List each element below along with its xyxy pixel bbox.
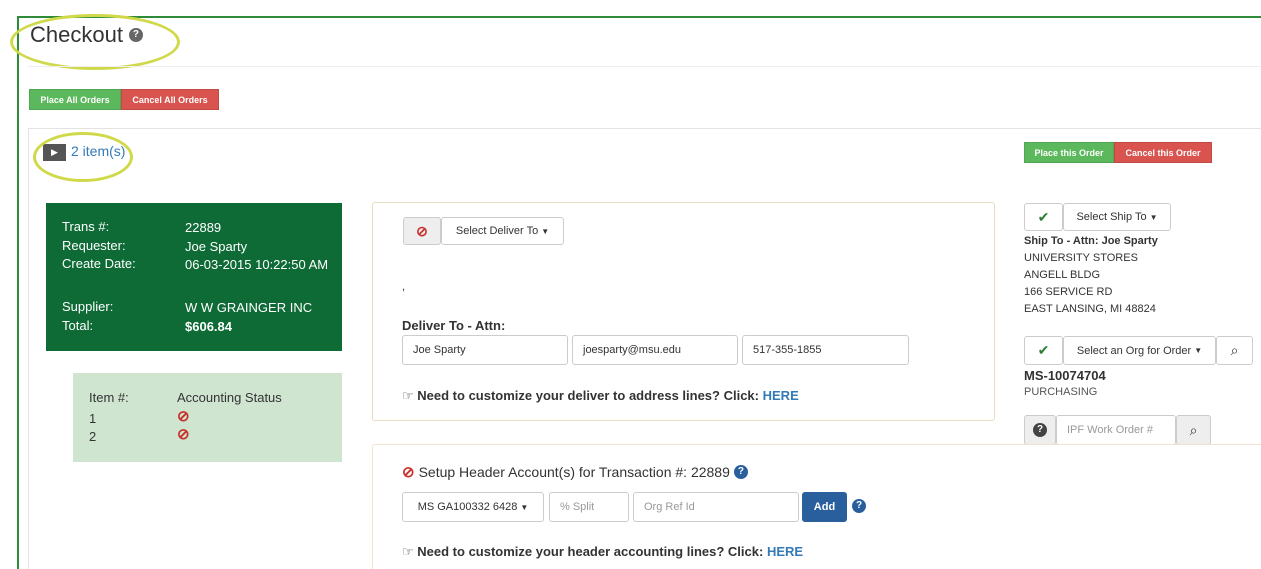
prohibit-icon: ⊘ [177, 408, 190, 425]
check-icon[interactable]: ✔ [1024, 336, 1063, 365]
title-divider [28, 66, 1261, 67]
item-number-header: Item #: [89, 390, 129, 405]
hand-point-icon: ☞ [402, 388, 414, 403]
deliver-phone-input[interactable]: 517-355-1855 [742, 335, 909, 365]
select-deliver-to-dropdown[interactable]: Select Deliver To ▼ [441, 217, 564, 245]
header-hint-text: Need to customize your header accounting… [417, 544, 764, 559]
place-this-order-button[interactable]: Place this Order [1024, 142, 1114, 163]
requester-label: Requester: [62, 238, 126, 253]
total-label: Total: [62, 318, 94, 333]
supplier-value: W W GRAINGER INC [185, 300, 313, 315]
question-circle-icon: ? [1033, 423, 1047, 437]
check-icon[interactable]: ✔ [1024, 203, 1063, 231]
frame-top-border [17, 16, 1261, 18]
cancel-all-orders-button[interactable]: Cancel All Orders [121, 89, 219, 110]
org-name: PURCHASING [1024, 386, 1098, 398]
highlight-ellipse-items [33, 132, 133, 182]
item-row-number: 1 [89, 411, 97, 426]
question-circle-icon[interactable]: ? [733, 465, 748, 479]
prohibit-icon: ⊘ [402, 464, 415, 481]
ship-to-line: 166 SERVICE RD [1024, 286, 1113, 298]
caret-down-icon: ▼ [1149, 212, 1158, 222]
org-code: MS-10074704 [1024, 368, 1106, 383]
ship-to-line: ANGELL BLDG [1024, 269, 1101, 281]
account-select-label: MS GA100332 6428 [417, 501, 518, 513]
deliver-email-input[interactable]: joesparty@msu.edu [572, 335, 738, 365]
question-circle-icon[interactable]: ? [852, 499, 866, 513]
prohibit-icon: ⊘ [177, 426, 190, 443]
ipf-work-order-input[interactable]: IPF Work Order # [1056, 415, 1176, 445]
org-search-button[interactable]: ⌕ [1216, 336, 1253, 365]
cancel-this-order-button[interactable]: Cancel this Order [1114, 142, 1212, 163]
ship-to-line: EAST LANSING, MI 48824 [1024, 303, 1156, 315]
create-date-label: Create Date: [62, 256, 136, 271]
prohibit-icon[interactable]: ⊘ [403, 217, 441, 245]
select-ship-to-dropdown[interactable]: Select Ship To ▼ [1063, 203, 1171, 231]
ship-to-attn: Ship To - Attn: Joe Sparty [1024, 235, 1158, 247]
item-status-table: Item #: Accounting Status 1 ⊘ 2 ⊘ [73, 373, 342, 462]
total-value: $606.84 [185, 319, 232, 334]
accounting-status-header: Accounting Status [177, 390, 282, 405]
deliver-name-input[interactable]: Joe Sparty [402, 335, 568, 365]
org-ref-id-input[interactable]: Org Ref Id [633, 492, 799, 522]
header-account-title-text: Setup Header Account(s) for Transaction … [418, 464, 730, 480]
trans-value: 22889 [185, 220, 222, 235]
caret-down-icon: ▼ [520, 502, 529, 512]
create-date-value: 06-03-2015 10:22:50 AM [185, 257, 329, 272]
deliver-hint-text: Need to customize your deliver to addres… [417, 388, 759, 403]
hand-point-icon: ☞ [402, 544, 414, 559]
select-ship-to-label: Select Ship To [1076, 211, 1147, 223]
caret-down-icon: ▼ [541, 226, 550, 236]
add-account-button[interactable]: Add [802, 492, 847, 522]
caret-down-icon: ▼ [1194, 346, 1203, 355]
ipf-help-button[interactable]: ? [1024, 415, 1056, 445]
select-org-dropdown[interactable]: Select an Org for Order ▼ [1063, 336, 1216, 365]
requester-value: Joe Sparty [185, 239, 248, 254]
ship-to-line: UNIVERSITY STORES [1024, 252, 1138, 264]
deliver-here-link[interactable]: HERE [763, 388, 799, 403]
header-customize-hint: ☞ Need to customize your header accounti… [402, 544, 803, 560]
select-deliver-to-label: Select Deliver To [455, 225, 539, 237]
supplier-label: Supplier: [62, 299, 114, 314]
select-org-label: Select an Org for Order [1076, 344, 1192, 357]
ship-to-address: Ship To - Attn: Joe Sparty UNIVERSITY ST… [1024, 233, 1158, 318]
search-icon: ⌕ [1189, 421, 1198, 438]
deliver-customize-hint: ☞ Need to customize your deliver to addr… [402, 388, 799, 404]
deliver-attn-label: Deliver To - Attn: [402, 318, 506, 333]
item-row-number: 2 [89, 429, 97, 444]
transaction-summary: Trans #: 22889 Requester: Joe Sparty Cre… [46, 203, 342, 351]
place-all-orders-button[interactable]: Place All Orders [29, 89, 121, 110]
trans-label: Trans #: [62, 219, 110, 234]
ipf-search-button[interactable]: ⌕ [1176, 415, 1211, 445]
header-account-title: ⊘ Setup Header Account(s) for Transactio… [402, 463, 748, 481]
split-percent-input[interactable]: % Split [549, 492, 629, 522]
frame-left-border [17, 16, 19, 569]
highlight-ellipse-title [10, 14, 180, 70]
deliver-address-placeholder: , [402, 281, 406, 293]
search-icon: ⌕ [1230, 342, 1239, 358]
account-select-dropdown[interactable]: MS GA100332 6428 ▼ [402, 492, 544, 522]
header-here-link[interactable]: HERE [767, 544, 803, 559]
